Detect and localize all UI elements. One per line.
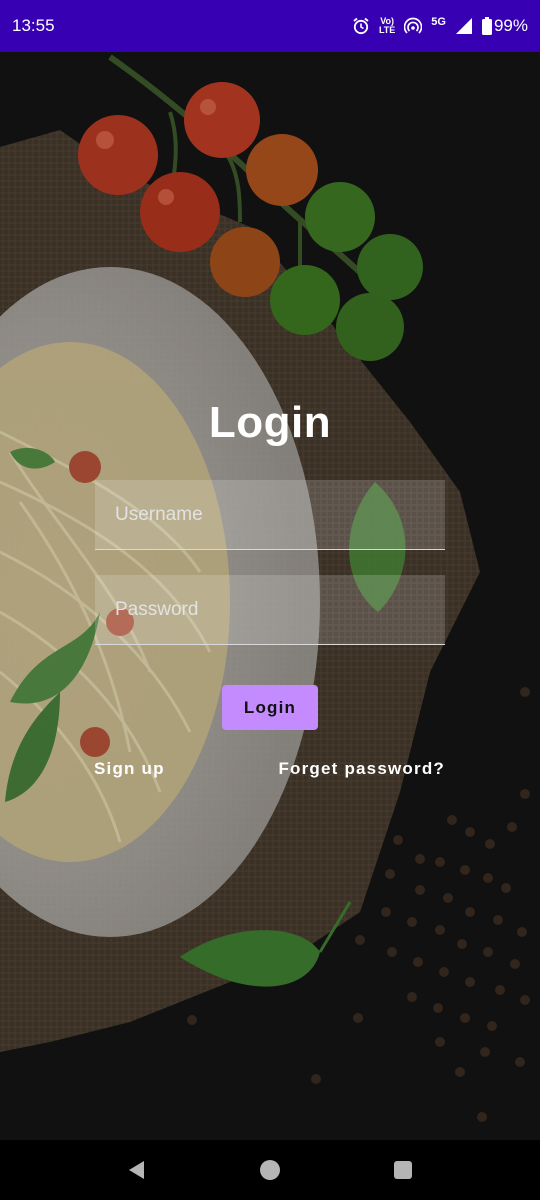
status-icons: Vo) LTE 5G 99% bbox=[352, 16, 528, 36]
back-icon bbox=[128, 1161, 144, 1179]
back-button[interactable] bbox=[115, 1148, 159, 1192]
network-type: 5G bbox=[431, 16, 446, 28]
login-button[interactable]: Login bbox=[222, 685, 318, 730]
volte-icon: Vo) LTE bbox=[378, 16, 396, 35]
recents-icon bbox=[394, 1161, 413, 1179]
home-button[interactable] bbox=[248, 1148, 292, 1192]
battery: 99% bbox=[481, 16, 528, 36]
alarm-icon bbox=[353, 17, 369, 35]
battery-percent: 99% bbox=[493, 16, 528, 35]
username-input[interactable] bbox=[95, 480, 445, 550]
signup-link[interactable]: Sign up bbox=[94, 759, 165, 779]
password-input[interactable] bbox=[95, 575, 445, 645]
hotspot-icon bbox=[404, 17, 423, 34]
signal-icon bbox=[455, 18, 472, 34]
status-time: 13:55 bbox=[12, 16, 55, 35]
status-bar: 13:55 Vo) LTE 5G 99% bbox=[0, 0, 540, 52]
navigation-bar bbox=[0, 1140, 540, 1200]
battery-icon bbox=[481, 17, 492, 35]
recents-button[interactable] bbox=[381, 1148, 425, 1192]
login-title: Login bbox=[208, 398, 332, 447]
forget-password-link[interactable]: Forget password? bbox=[278, 759, 445, 779]
home-icon bbox=[259, 1160, 280, 1180]
